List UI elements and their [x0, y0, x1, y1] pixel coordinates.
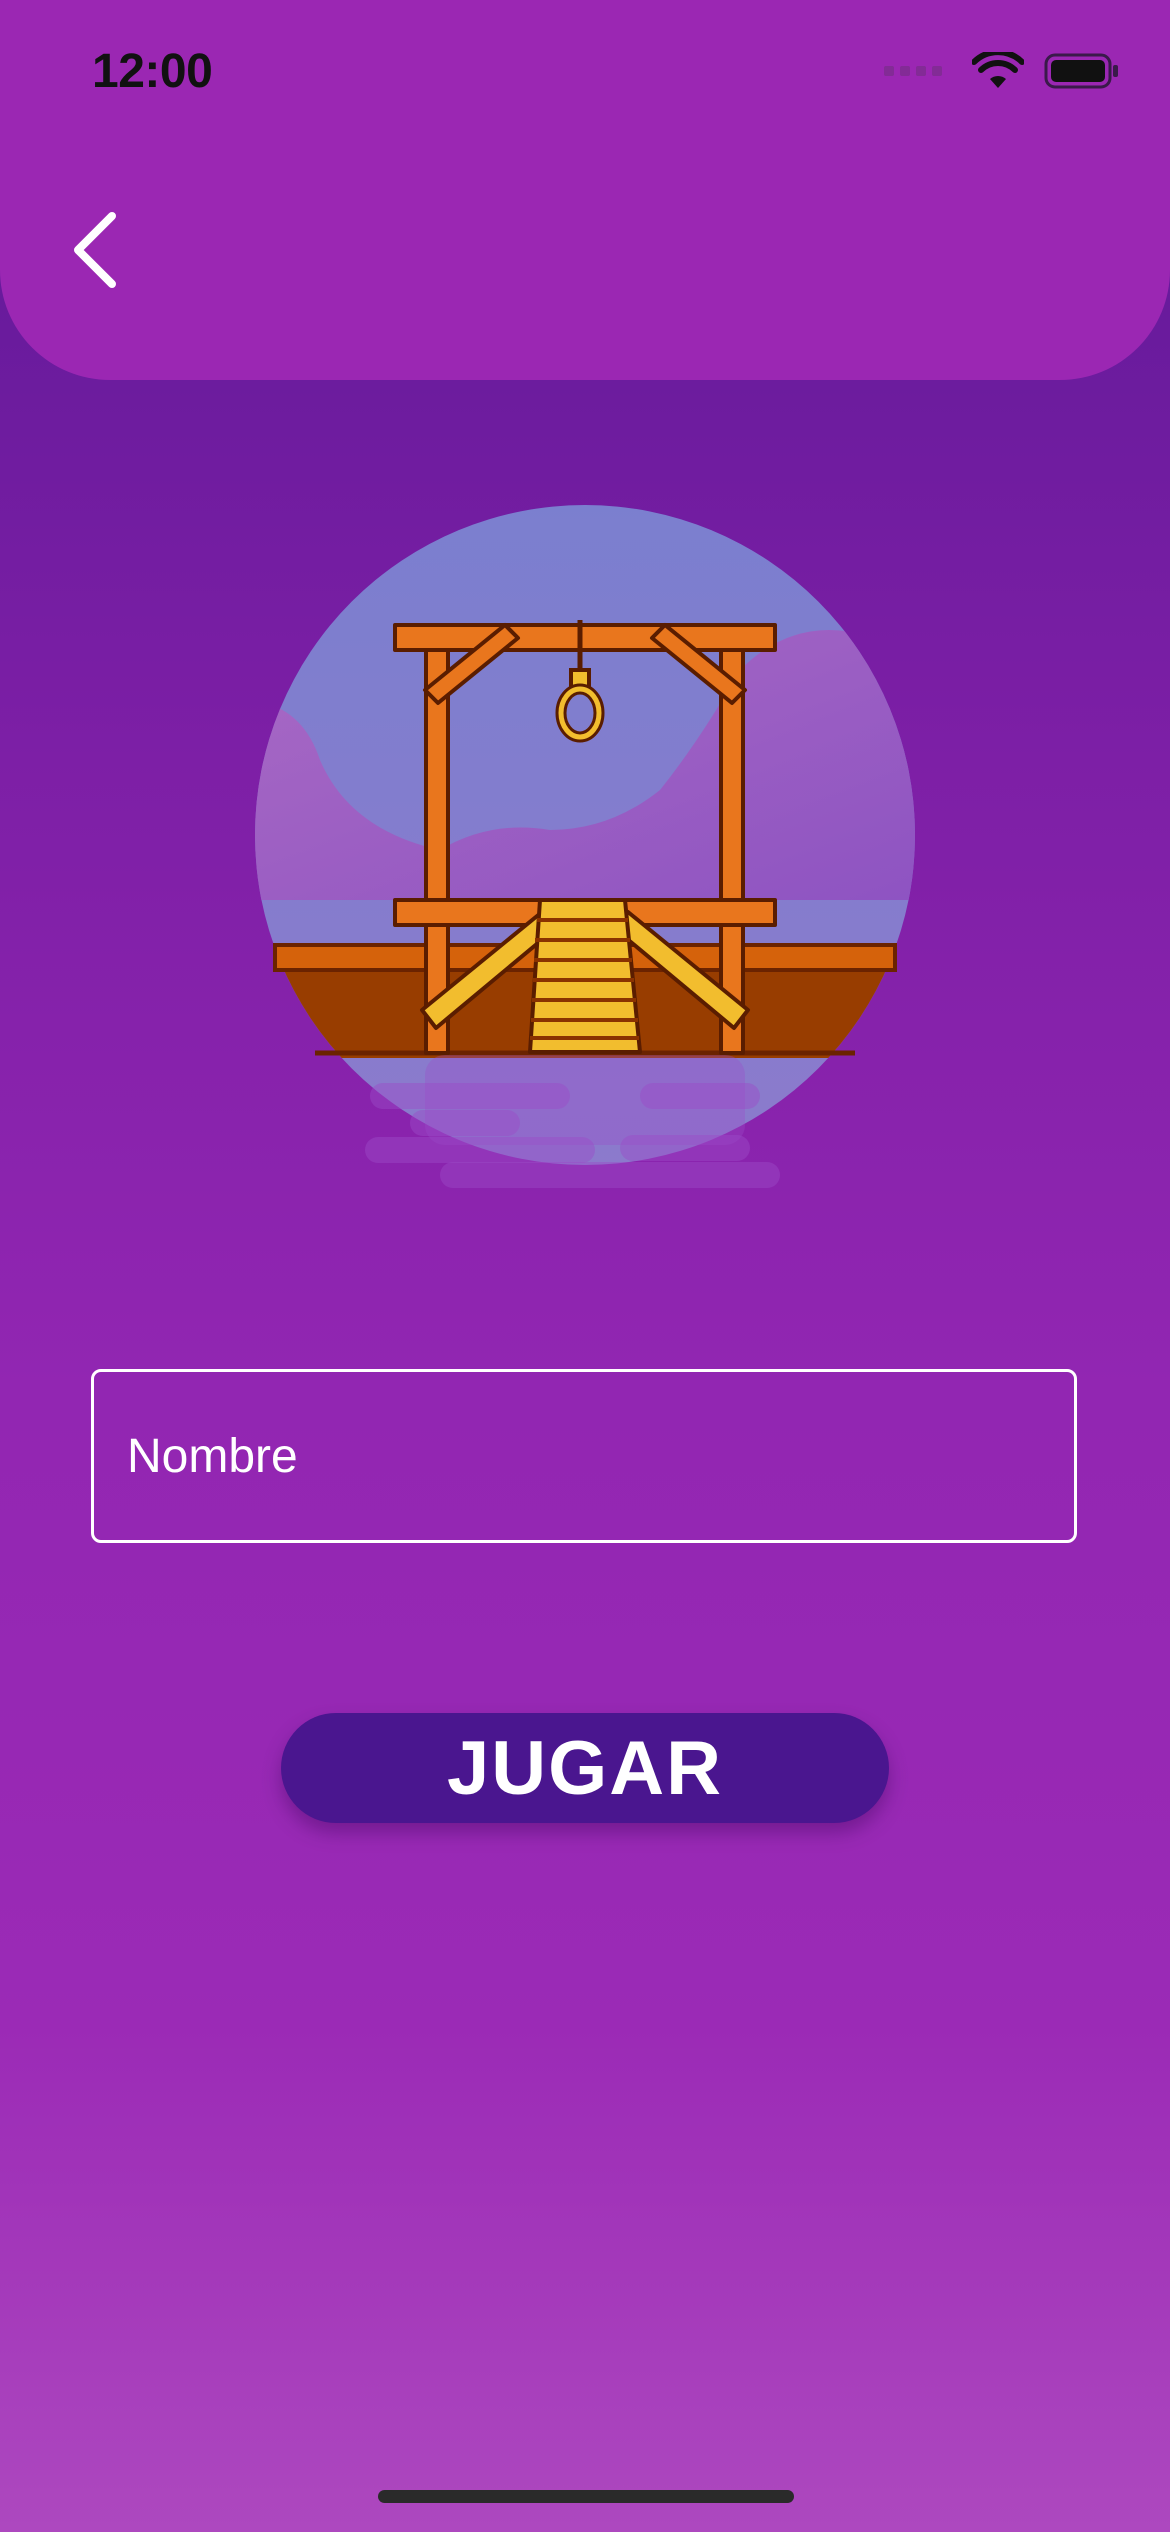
- status-time: 12:00: [92, 45, 213, 98]
- wifi-icon: [972, 52, 1024, 88]
- battery-icon: [1044, 53, 1118, 89]
- back-button[interactable]: [60, 200, 130, 300]
- play-button-label: JUGAR: [446, 1725, 724, 1811]
- play-button[interactable]: JUGAR: [281, 1713, 889, 1823]
- home-indicator[interactable]: [378, 2490, 794, 2503]
- app-header: 12:00: [0, 0, 1170, 380]
- status-icons: [884, 52, 1120, 90]
- name-field[interactable]: Nombre: [91, 1369, 1077, 1543]
- chevron-left-icon: [74, 212, 116, 288]
- name-placeholder: Nombre: [127, 1429, 298, 1483]
- gallows-illustration: [255, 505, 915, 1188]
- signal-icon: [884, 66, 942, 76]
